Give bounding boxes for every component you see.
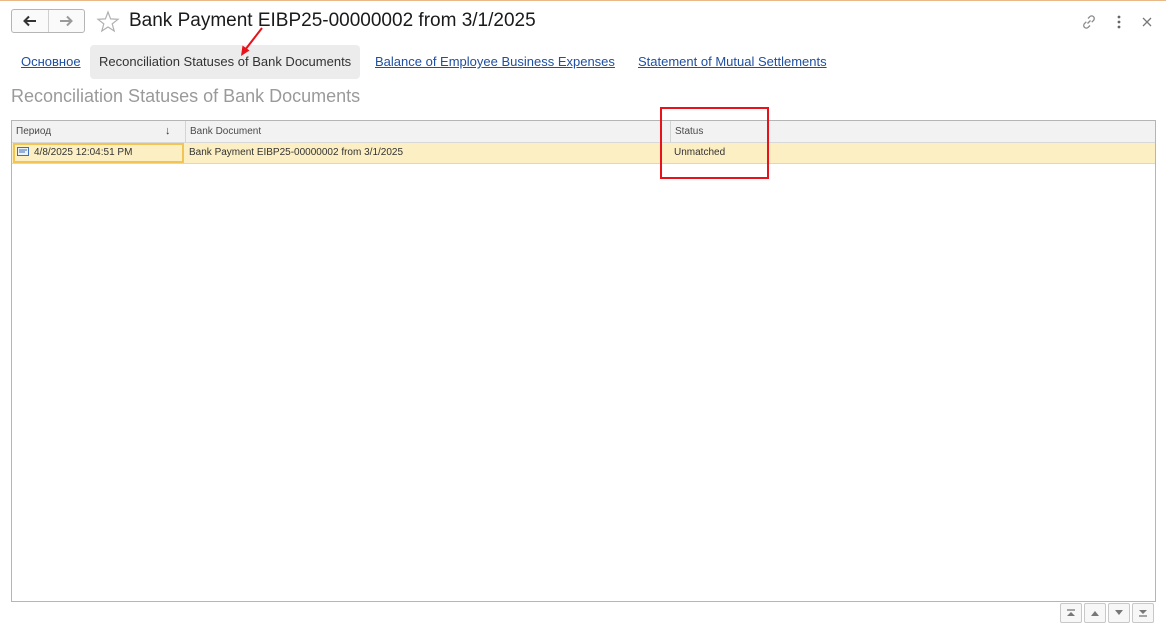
scroll-down-icon: [1115, 610, 1123, 615]
navigation-buttons: [11, 9, 85, 33]
sort-descending-icon: ↓: [165, 125, 171, 137]
cell-period[interactable]: 4/8/2025 12:04:51 PM: [13, 143, 184, 163]
close-button[interactable]: [1137, 12, 1157, 32]
column-header-bank-document[interactable]: Bank Document: [185, 121, 670, 142]
star-outline-icon: [96, 10, 120, 33]
more-vertical-icon: [1117, 15, 1121, 29]
arrow-left-icon: [22, 15, 36, 27]
scroll-top-icon: [1067, 609, 1075, 616]
table-header: Период ↓ Bank Document Status: [12, 121, 1155, 143]
link-icon: [1083, 15, 1095, 29]
scroll-top-button[interactable]: [1060, 603, 1082, 623]
page-title: Bank Payment EIBP25-00000002 from 3/1/20…: [129, 10, 536, 31]
scroll-down-button[interactable]: [1108, 603, 1130, 623]
table-row[interactable]: 4/8/2025 12:04:51 PM Bank Payment EIBP25…: [12, 143, 1155, 164]
scroll-up-icon: [1091, 611, 1099, 616]
scroll-bottom-button[interactable]: [1132, 603, 1154, 623]
column-header-period[interactable]: Период: [12, 121, 185, 142]
scroll-up-button[interactable]: [1084, 603, 1106, 623]
status-highlight-annotation: [660, 107, 769, 179]
document-record-icon: [17, 146, 29, 156]
annotation-arrow-icon: [241, 27, 263, 56]
link-button[interactable]: [1079, 12, 1099, 32]
arrow-right-icon: [60, 15, 74, 27]
cell-bank-document[interactable]: Bank Payment EIBP25-00000002 from 3/1/20…: [185, 143, 670, 163]
close-icon: [1142, 17, 1152, 27]
back-button[interactable]: [12, 10, 48, 32]
statuses-table[interactable]: Период ↓ Bank Document Status 4/8/2025 1…: [11, 120, 1156, 602]
scroll-bottom-icon: [1139, 610, 1147, 617]
tab-employee-business-expenses[interactable]: Balance of Employee Business Expenses: [375, 45, 615, 79]
tab-osnovnoe[interactable]: Основное: [21, 45, 81, 79]
section-title: Reconciliation Statuses of Bank Document…: [11, 86, 361, 106]
tab-mutual-settlements[interactable]: Statement of Mutual Settlements: [638, 45, 827, 79]
more-actions-button[interactable]: [1109, 12, 1129, 32]
forward-button[interactable]: [47, 10, 85, 32]
favorite-button[interactable]: [96, 10, 120, 34]
tab-reconciliation-statuses[interactable]: Reconciliation Statuses of Bank Document…: [90, 45, 361, 79]
window-top-border: [0, 0, 1166, 1]
